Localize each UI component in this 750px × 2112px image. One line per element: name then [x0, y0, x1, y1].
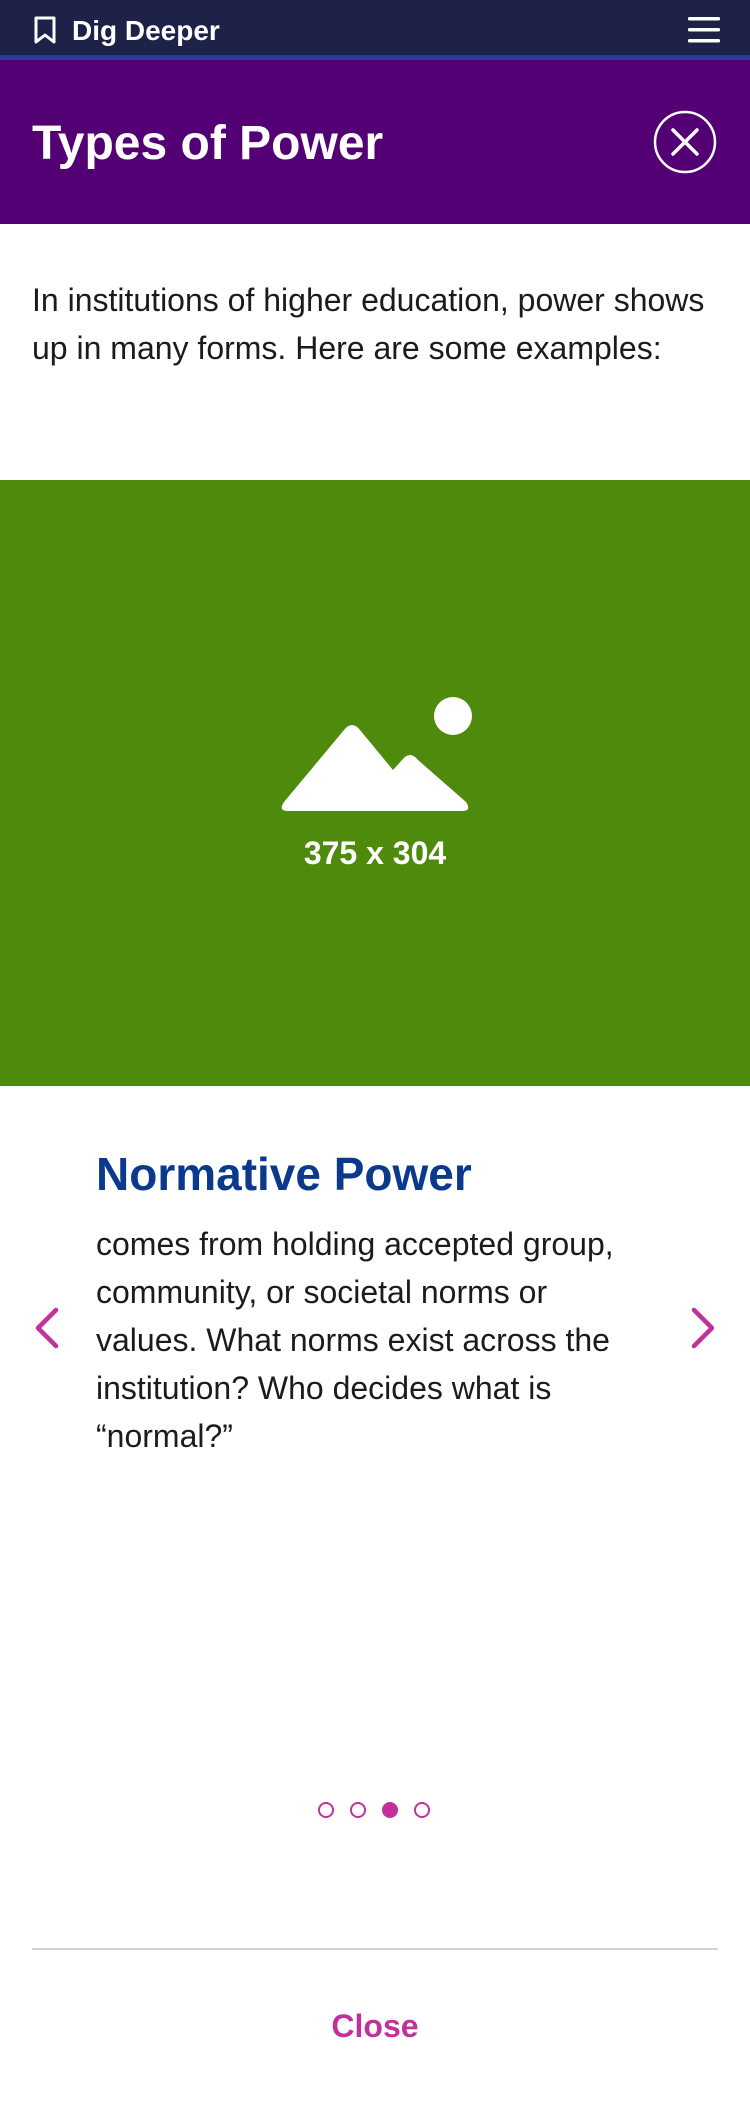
chevron-left-icon[interactable]	[32, 1306, 62, 1350]
intro-text: In institutions of higher education, pow…	[32, 282, 705, 366]
pagination-dot-2[interactable]	[350, 1802, 366, 1818]
close-button[interactable]: Close	[0, 2006, 750, 2046]
modal-header: Types of Power	[0, 60, 750, 224]
page-title: Types of Power	[32, 117, 384, 170]
pagination-dot-1[interactable]	[318, 1802, 334, 1818]
hamburger-menu-icon[interactable]	[688, 16, 720, 44]
top-navigation-bar: Dig Deeper	[0, 0, 750, 60]
image-dimensions-label: 375 x 304	[303, 835, 447, 871]
footer-divider	[32, 1948, 718, 1950]
bookmark-icon[interactable]	[32, 16, 58, 44]
slide-description: comes from holding accepted group, commu…	[96, 1226, 614, 1454]
image-placeholder: 375 x 304	[0, 480, 750, 1086]
pagination-dot-3-active[interactable]	[382, 1802, 398, 1818]
slide-title: Normative Power	[96, 1148, 472, 1200]
image-placeholder-icon	[281, 697, 472, 811]
pagination-dot-4[interactable]	[414, 1802, 430, 1818]
close-circle-icon[interactable]	[653, 110, 717, 174]
app-title: Dig Deeper	[72, 15, 220, 46]
chevron-right-icon[interactable]	[688, 1306, 718, 1350]
